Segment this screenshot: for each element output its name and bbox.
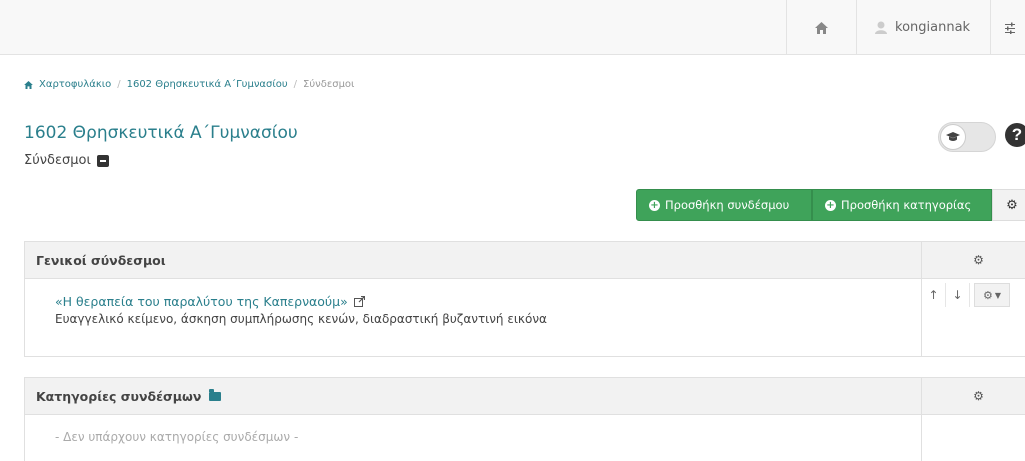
page-subtitle: Σύνδεσμοι [24, 153, 109, 168]
page-title: 1602 Θρησκευτικά Α΄Γυμνασίου [24, 123, 298, 143]
sliders-icon [1005, 22, 1015, 34]
username: kongiannak [895, 20, 971, 35]
categories-heading: Κατηγορίες συνδέσμων [36, 388, 202, 404]
arrow-up-icon: ↑ [928, 288, 939, 302]
graduation-cap-icon [940, 124, 966, 150]
home-link[interactable] [786, 0, 856, 55]
external-link-icon [353, 296, 365, 307]
caret-down-icon: ▼ [994, 290, 1002, 300]
move-up-button[interactable]: ↑ [922, 283, 946, 307]
add-link-button[interactable]: + Προσθήκη συνδέσμου [636, 189, 812, 221]
link-row-tools: ↑ ↓ ⚙ ▼ [922, 283, 1010, 307]
student-view-toggle[interactable] [938, 122, 996, 152]
help-icon[interactable]: ? [1005, 123, 1025, 147]
link-tools-column: ↑ ↓ ⚙ ▼ [921, 279, 1025, 357]
categories-panel: Κατηγορίες συνδέσμων ⚙ - Δεν υπάρχουν κα… [24, 377, 1025, 461]
arrow-down-icon: ↓ [952, 288, 963, 302]
gears-icon: ⚙ [973, 253, 984, 267]
categories-list: - Δεν υπάρχουν κατηγορίες συνδέσμων - [25, 415, 1025, 461]
list-item: «Η θεραπεία του παραλύτου της Καπερναούμ… [55, 294, 547, 326]
top-navbar: kongiannak [0, 0, 1025, 55]
breadcrumb-current: Σύνδεσμοι [303, 79, 355, 90]
general-links-heading: Γενικοί σύνδεσμοι [36, 252, 166, 268]
panel-heading: Κατηγορίες συνδέσμων ⚙ [25, 378, 1025, 415]
page-subtitle-text: Σύνδεσμοι [24, 153, 91, 168]
breadcrumb-separator: / [293, 79, 298, 90]
home-icon [24, 80, 33, 89]
add-category-button[interactable]: + Προσθήκη κατηγορίας [812, 189, 992, 221]
empty-categories-text: - Δεν υπάρχουν κατηγορίες συνδέσμων - [55, 430, 299, 444]
gear-icon: ⚙ [1006, 197, 1018, 213]
link-list: «Η θεραπεία του παραλύτου της Καπερναούμ… [25, 279, 1025, 357]
link-description: Ευαγγελικό κείμενο, άσκηση συμπλήρωσης κ… [55, 312, 547, 326]
gear-icon: ⚙ [982, 288, 993, 302]
user-menu[interactable]: kongiannak [856, 0, 990, 55]
breadcrumb-separator: / [117, 79, 121, 90]
panel-heading: Γενικοί σύνδεσμοι ⚙ [25, 242, 1025, 279]
link-actions-dropdown[interactable]: ⚙ ▼ [974, 283, 1010, 307]
plus-circle-icon: + [649, 199, 660, 211]
panel-settings-button[interactable]: ⚙ [921, 242, 1025, 278]
link-title[interactable]: «Η θεραπεία του παραλύτου της Καπερναούμ… [55, 294, 547, 309]
plus-circle-icon: + [825, 199, 836, 211]
user-icon [875, 21, 887, 34]
collapse-icon[interactable] [96, 154, 109, 167]
general-links-panel: Γενικοί σύνδεσμοι ⚙ «Η θεραπεία του παρα… [24, 241, 1025, 357]
link-title-text[interactable]: «Η θεραπεία του παραλύτου της Καπερναούμ… [55, 294, 348, 309]
settings-menu-toggle[interactable] [990, 0, 1025, 55]
add-link-label: Προσθήκη συνδέσμου [665, 198, 790, 212]
breadcrumb-portfolio[interactable]: Χαρτοφυλάκιο [39, 79, 111, 90]
home-icon [815, 21, 828, 34]
categories-tools-column [921, 415, 1025, 461]
page-settings-button[interactable]: ⚙ [992, 189, 1025, 221]
categories-settings-button[interactable]: ⚙ [921, 378, 1025, 414]
breadcrumb-course[interactable]: 1602 Θρησκευτικά Α΄Γυμνασίου [127, 79, 288, 90]
gears-icon: ⚙ [973, 389, 984, 403]
add-category-label: Προσθήκη κατηγορίας [841, 198, 972, 212]
move-down-button[interactable]: ↓ [946, 283, 970, 307]
folder-icon [209, 388, 222, 401]
breadcrumb: Χαρτοφυλάκιο / 1602 Θρησκευτικά Α΄Γυμνασ… [24, 79, 354, 90]
